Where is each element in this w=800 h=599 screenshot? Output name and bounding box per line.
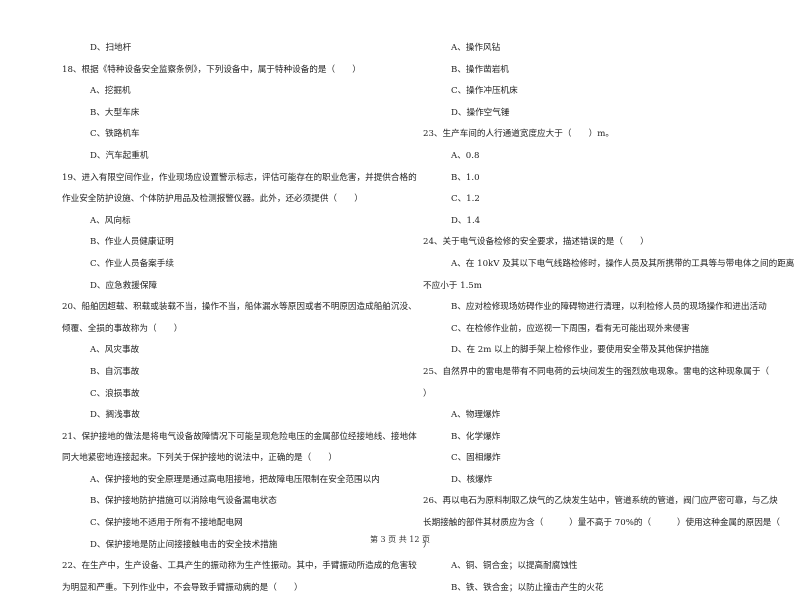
answer-option: C、作业人员备案手续 xyxy=(90,258,174,269)
answer-option: A、操作风钻 xyxy=(451,43,501,53)
answer-option: B、应对检修现场妨碍作业的障碍物进行清理，以利检修人员的现场操作和进出活动 xyxy=(451,302,767,313)
question-text-continued: 不应小于 1.5m xyxy=(423,280,482,291)
question-text: 19、进入有限空间作业，作业现场应设置警示标志，评估可能存在的职业危害，并提供合… xyxy=(62,172,417,183)
question-text: 26、再以电石为原料制取乙炔气的乙炔发生站中，管道系统的管道，阀门应严密可靠，与… xyxy=(423,496,778,507)
question-text: 25、自然界中的雷电是带有不同电荷的云块间发生的强烈放电现象。雷电的这种现象属于… xyxy=(423,366,770,377)
answer-option: D、1.4 xyxy=(451,215,481,226)
answer-option: A、风向标 xyxy=(90,215,131,226)
question-text: 23、生产车间的人行通道宽度应大于（ ）m。 xyxy=(423,129,614,140)
question-text: 21、保护接地的做法是将电气设备故障情况下可能呈现危险电压的金属部位经接地线、接… xyxy=(62,431,417,442)
question-text: 18、根据《特种设备安全监察条例》，下列设备中，属于特种设备的是（ ） xyxy=(62,64,361,75)
answer-option: B、1.0 xyxy=(451,172,480,183)
question-text: 20、船舶因超载、积载或装载不当，操作不当，船体漏水等原因或者不明原因造成船舶沉… xyxy=(62,302,417,313)
answer-option: C、保护接地不适用于所有不接地配电网 xyxy=(90,518,243,529)
answer-option: C、浪损事故 xyxy=(90,388,140,399)
answer-option: B、保护接地防护措施可以消除电气设备漏电状态 xyxy=(90,496,277,507)
answer-option: C、固相爆炸 xyxy=(451,453,501,464)
answer-option: D、扫地杆 xyxy=(90,43,132,53)
answer-option: A、0.8 xyxy=(451,150,480,161)
answer-option: C、铁路机车 xyxy=(90,129,140,140)
answer-option: B、自沉事故 xyxy=(90,366,140,377)
page-footer: 第 3 页 共 12 页 xyxy=(370,535,430,544)
left-column: D、扫地杆 18、根据《特种设备安全监察条例》，下列设备中，属于特种设备的是（ ）… xyxy=(62,38,417,599)
question-text-continued: 长期接触的部件其材质应为含（ ）量不高于 70%的（ ）使用这种金属的原因是（ xyxy=(423,518,780,529)
answer-option: A、物理爆炸 xyxy=(451,410,501,421)
answer-option: A、铜、铜合金；以提高耐腐蚀性 xyxy=(451,561,578,572)
answer-option: C、操作冲压机床 xyxy=(451,86,518,97)
answer-option: B、操作凿岩机 xyxy=(451,64,509,75)
answer-option: D、核爆炸 xyxy=(451,474,493,485)
answer-option: D、应急救援保障 xyxy=(90,280,158,291)
answer-option: A、在 10kV 及其以下电气线路检修时，操作人员及其所携带的工具等与带电体之间… xyxy=(451,258,795,269)
answer-option: D、搁浅事故 xyxy=(90,410,140,421)
answer-option: A、挖掘机 xyxy=(90,86,131,97)
answer-option: B、大型车床 xyxy=(90,107,140,118)
question-text-continued: 倾覆、全损的事故称为（ ） xyxy=(62,323,183,334)
answer-option: B、铁、铁合金；以防止撞击产生的火花 xyxy=(451,582,604,593)
answer-option: C、在检修作业前，应巡视一下周围，看有无可能出现外来侵害 xyxy=(451,323,690,334)
question-text-continued: ） xyxy=(423,388,432,399)
question-text-continued: 为明显和严重。下列作业中，不会导致手臂振动病的是（ ） xyxy=(62,582,303,593)
answer-option: A、风灾事故 xyxy=(90,345,140,356)
answer-option: D、操作空气锤 xyxy=(451,107,510,118)
question-text: 22、在生产中，生产设备、工具产生的振动称为生产性振动。其中，手臂振动所造成的危… xyxy=(62,561,417,572)
answer-option: B、作业人员健康证明 xyxy=(90,237,174,248)
answer-option: D、在 2m 以上的脚手架上检修作业，要使用安全带及其他保护措施 xyxy=(451,345,710,356)
answer-option: C、1.2 xyxy=(451,194,480,205)
answer-option: A、保护接地的安全原理是通过高电阻接地，把故障电压限制在安全范围以内 xyxy=(90,474,380,485)
right-column: A、操作风钻 B、操作凿岩机 C、操作冲压机床 D、操作空气锤 23、生产车间的人行通道… xyxy=(423,38,795,599)
question-text-continued: 同大地紧密地连接起来。下列关于保护接地的说法中，正确的是（ ） xyxy=(62,453,338,464)
question-text: 24、关于电气设备检修的安全要求，描述错误的是（ ） xyxy=(423,237,649,248)
answer-option: B、化学爆炸 xyxy=(451,431,501,442)
answer-option: D、汽车起重机 xyxy=(90,150,149,161)
question-text-continued: 作业安全防护设施、个体防护用品及检测报警仪器。此外，还必须提供（ ） xyxy=(62,194,363,205)
